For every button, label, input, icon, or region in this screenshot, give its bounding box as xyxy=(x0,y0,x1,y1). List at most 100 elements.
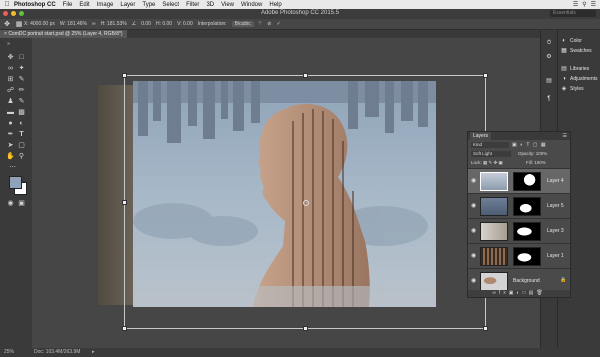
crop-tool-icon[interactable]: ⊞ xyxy=(6,75,15,84)
screen-mode-icon[interactable]: ▣ xyxy=(17,199,26,208)
rectangle-tool-icon[interactable]: ▢ xyxy=(17,141,26,150)
dock-adjustments[interactable]: ◑ Adjustments xyxy=(561,76,597,82)
h-skew-field[interactable]: H: 0.00 xyxy=(156,21,172,27)
spotlight-icon[interactable]: ⚲ xyxy=(582,1,586,8)
paragraph-panel-icon[interactable]: ¶ xyxy=(546,96,552,102)
workspace-search-field[interactable]: Essentials xyxy=(550,10,596,17)
layer-mask-thumbnail[interactable] xyxy=(513,222,541,241)
lasso-tool-icon[interactable]: ∞ xyxy=(6,64,15,73)
menu-select[interactable]: Select xyxy=(162,2,179,8)
blur-tool-icon[interactable]: ● xyxy=(6,119,15,128)
dock-color[interactable]: ◐ Color xyxy=(561,38,582,44)
menu-image[interactable]: Image xyxy=(97,2,114,8)
panel-menu-icon[interactable]: ☰ xyxy=(563,133,567,139)
foreground-color-swatch-front[interactable] xyxy=(9,176,22,189)
warp-icon[interactable]: ⚚ xyxy=(258,21,262,27)
layer-filter-kind[interactable]: Kind xyxy=(471,142,509,148)
menu-layer[interactable]: Layer xyxy=(120,2,135,8)
transform-reference-point[interactable] xyxy=(303,200,309,206)
transform-handle-top-left[interactable] xyxy=(122,73,127,78)
menu-help[interactable]: Help xyxy=(269,2,281,8)
dock-libraries[interactable]: ▤ Libraries xyxy=(561,66,589,72)
link-icon[interactable]: ∞ xyxy=(92,21,96,27)
layer-mask-thumbnail[interactable] xyxy=(513,247,541,266)
dodge-tool-icon[interactable]: ◐ xyxy=(17,119,26,128)
transform-handle-left[interactable] xyxy=(122,200,127,205)
menu-view[interactable]: View xyxy=(221,2,234,8)
x-position-field[interactable]: X: 4000.00 px xyxy=(24,21,55,27)
layer-mask-thumbnail[interactable] xyxy=(513,197,541,216)
commit-transform-icon[interactable]: ✓ xyxy=(276,21,280,27)
menu-window[interactable]: Window xyxy=(241,2,262,8)
layer-row-layer-1[interactable]: ◉ Layer 1 xyxy=(468,243,570,268)
layer-row-layer-5[interactable]: ◉ Layer 5 xyxy=(468,193,570,218)
add-mask-icon[interactable]: ▣ xyxy=(509,290,517,296)
type-tool-icon[interactable]: T xyxy=(17,130,26,139)
reference-point-icon[interactable]: ▦ xyxy=(14,20,24,28)
path-selection-tool-icon[interactable]: ➤ xyxy=(6,141,15,150)
transform-handle-bottom[interactable] xyxy=(303,326,308,331)
document-tab[interactable]: × ComDC portrait start.psd @ 25% (Layer … xyxy=(0,30,127,38)
transform-handle-bottom-right[interactable] xyxy=(483,326,488,331)
app-menu-title[interactable]: Photoshop CC xyxy=(14,2,56,8)
history-brush-tool-icon[interactable]: ✎ xyxy=(17,97,26,106)
layer-name[interactable]: Layer 4 xyxy=(547,178,564,184)
visibility-eye-icon[interactable]: ◉ xyxy=(471,177,476,184)
quick-mask-icon[interactable]: ◉ xyxy=(6,199,15,208)
menu-edit[interactable]: Edit xyxy=(79,2,89,8)
layer-name[interactable]: Layer 1 xyxy=(547,253,564,259)
layer-mask-thumbnail[interactable] xyxy=(513,172,541,191)
fill-value[interactable]: 100% xyxy=(534,160,546,165)
visibility-eye-icon[interactable]: ◉ xyxy=(471,202,476,209)
transform-handle-top-right[interactable] xyxy=(483,73,488,78)
notification-icon[interactable]: ☰ xyxy=(591,1,596,8)
layer-name[interactable]: Layer 5 xyxy=(547,203,564,209)
character-panel-icon[interactable]: ▤ xyxy=(546,78,552,84)
layer-filter-icons[interactable]: ▣ ◐ T ▢ ▦ xyxy=(512,142,547,148)
lock-icon[interactable]: 🔒 xyxy=(560,277,566,283)
clone-stamp-tool-icon[interactable]: ♟ xyxy=(6,97,15,106)
apple-icon[interactable]:  xyxy=(0,1,14,8)
layer-name[interactable]: Background xyxy=(513,278,540,284)
layer-row-layer-4[interactable]: ◉ Layer 4 xyxy=(468,168,570,193)
marquee-tool-icon[interactable]: □ xyxy=(17,53,26,62)
menu-file[interactable]: File xyxy=(63,2,73,8)
layers-tab[interactable]: Layers xyxy=(470,132,492,140)
interpolation-select[interactable]: Bicubic xyxy=(231,21,254,27)
transform-bounding-box[interactable] xyxy=(122,73,488,331)
visibility-eye-icon[interactable]: ◉ xyxy=(471,277,476,284)
opacity-control[interactable]: Opacity: 100% xyxy=(518,151,547,156)
zoom-tool-icon[interactable]: ⚲ xyxy=(17,152,26,161)
zoom-level[interactable]: 25% xyxy=(4,348,14,357)
visibility-eye-icon[interactable]: ◉ xyxy=(471,227,476,234)
healing-brush-tool-icon[interactable]: ☍ xyxy=(6,86,15,95)
menu-filter[interactable]: Filter xyxy=(186,2,199,8)
move-tool-preset-icon[interactable]: ✥ xyxy=(0,20,14,28)
menu-3d[interactable]: 3D xyxy=(206,2,214,8)
hand-tool-icon[interactable]: ✋ xyxy=(6,152,15,161)
layer-name[interactable]: Layer 3 xyxy=(547,228,564,234)
history-panel-icon[interactable]: ⏱ xyxy=(546,40,552,46)
eraser-tool-icon[interactable]: ▬ xyxy=(6,108,15,117)
fx-icon[interactable]: fx xyxy=(499,290,509,296)
angle-field[interactable]: 0.00 xyxy=(141,21,151,27)
doc-size[interactable]: Doc: 103.4M/263.9M xyxy=(34,348,80,357)
menu-type[interactable]: Type xyxy=(142,2,155,8)
quick-select-tool-icon[interactable]: ✦ xyxy=(17,64,26,73)
dock-styles[interactable]: ◈ Styles xyxy=(561,86,584,92)
eyedropper-tool-icon[interactable]: ✎ xyxy=(17,75,26,84)
cancel-transform-icon[interactable]: ⊘ xyxy=(267,21,271,27)
link-layers-icon[interactable]: ∞ xyxy=(492,290,499,296)
more-tools-icon[interactable]: ⋯ xyxy=(8,163,17,172)
transform-handle-bottom-left[interactable] xyxy=(122,326,127,331)
move-tool-icon[interactable]: ✥ xyxy=(6,53,15,62)
properties-panel-icon[interactable]: ⚙ xyxy=(546,54,552,60)
opacity-value[interactable]: 100% xyxy=(536,151,548,156)
lock-controls[interactable]: Lock: ▦ ✎ ✥ ▣ xyxy=(471,160,503,166)
transform-handle-top[interactable] xyxy=(303,73,308,78)
delete-layer-icon[interactable]: 🗑 xyxy=(536,290,545,296)
w-scale-field[interactable]: W: 181.46% xyxy=(60,21,87,27)
blend-mode-select[interactable]: Soft Light xyxy=(471,151,511,157)
brush-tool-icon[interactable]: ✏ xyxy=(17,86,26,95)
fill-control[interactable]: Fill: 100% xyxy=(526,160,546,165)
